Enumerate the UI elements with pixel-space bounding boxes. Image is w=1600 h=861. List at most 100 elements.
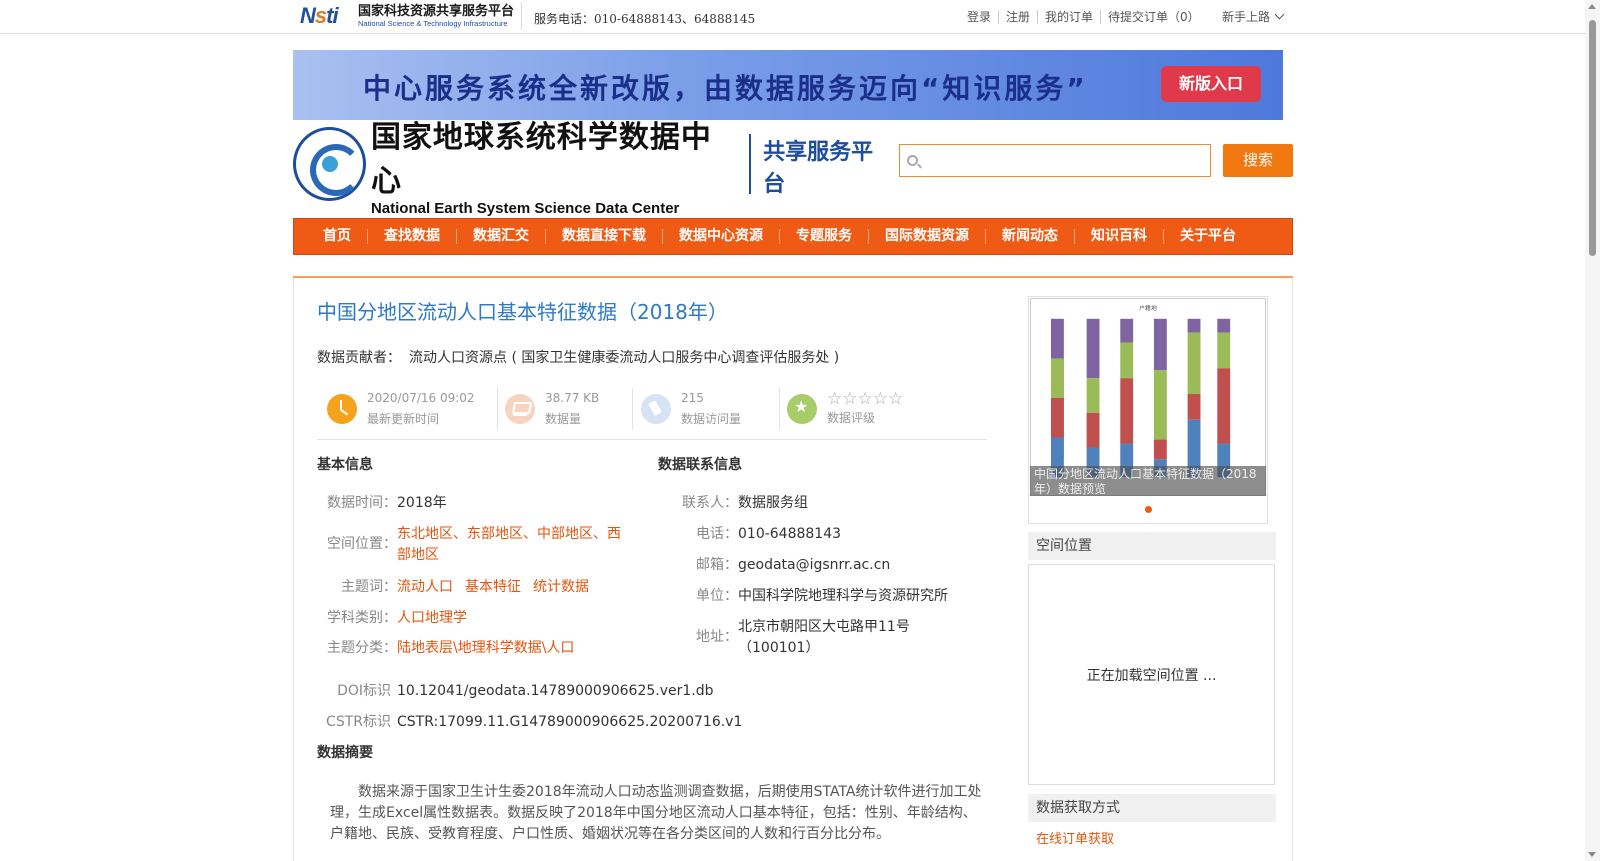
abstract-text: 数据来源于国家卫生计生委2018年流动人口动态监测调查数据，后期使用STATA统… (330, 784, 982, 842)
stat-visits: 215 数据访问量 (641, 386, 741, 432)
stacked-bars-icon (1050, 318, 1231, 478)
contact-address-value: 北京市朝阳区大屯路甲11号（100101） (738, 619, 910, 656)
updated-value: 2020/07/16 09:02 (367, 391, 475, 405)
visits-value: 215 (681, 391, 704, 405)
page-scrollbar[interactable] (1585, 0, 1600, 861)
nav-home[interactable]: 首页 (307, 229, 368, 244)
nav-center-resources[interactable]: 数据中心资源 (663, 229, 780, 244)
service-phone: 服务电话：010-64888143、64888145 (534, 12, 756, 26)
nav-international-resources[interactable]: 国际数据资源 (869, 229, 986, 244)
nsti-logo[interactable]: Nsti 国家科技资源共享服务平台 National Science & Tec… (300, 2, 522, 30)
stat-updated: 2020/07/16 09:02 最新更新时间 (327, 386, 475, 432)
register-link[interactable]: 注册 (999, 10, 1039, 24)
dataset-stats: 2020/07/16 09:02 最新更新时间 38.77 KB 数据量 215… (317, 386, 987, 440)
clock-icon (327, 394, 357, 424)
doi-label: DOI标识 (337, 683, 391, 699)
stat-size: 38.77 KB 数据量 (505, 386, 599, 432)
preview-carousel[interactable]: 户籍地 中国分地区流动人口基本特征数据（2018年）数据预览 (1028, 296, 1268, 524)
scroll-up-arrow-icon[interactable] (1588, 4, 1596, 9)
carousel-dot[interactable] (1145, 506, 1152, 513)
stat-divider (497, 388, 498, 430)
contact-email-label: 邮箱： (696, 557, 738, 573)
nav-news[interactable]: 新闻动态 (986, 229, 1075, 244)
site-logo[interactable]: 国家地球系统科学数据中心 National Earth System Scien… (293, 120, 893, 217)
contributor-value: 流动人口资源点 ( 国家卫生健康委流动人口服务中心调查评估服务处 ) (409, 350, 840, 366)
contact-phone-value: 010-64888143 (738, 526, 842, 542)
size-value: 38.77 KB (545, 391, 600, 405)
keyword-link[interactable]: 基本特征 (465, 579, 521, 595)
contact-address-row: 地址： 北京市朝阳区大屯路甲11号（100101） (658, 617, 988, 659)
layers-icon (505, 394, 535, 424)
spatial-location-label: 空间位置： (327, 536, 397, 552)
search-button[interactable]: 搜索 (1223, 144, 1293, 177)
spatial-location-row: 空间位置： 东北地区、东部地区、中部地区、西部地区 (317, 524, 647, 566)
nsti-logo-cn: 国家科技资源共享服务平台 (358, 3, 515, 19)
stat-rating: ☆☆☆☆☆ 数据评级 (787, 386, 903, 432)
main-nav: 首页 查找数据 数据汇交 数据直接下载 数据中心资源 专题服务 国际数据资源 新… (293, 218, 1293, 255)
discipline-value[interactable]: 人口地理学 (397, 608, 467, 629)
contact-address-label: 地址： (696, 629, 738, 645)
scroll-down-arrow-icon[interactable] (1588, 852, 1596, 857)
contact-email-value[interactable]: geodata@igsnrr.ac.cn (738, 555, 890, 576)
cstr-row: CSTR标识 CSTR:17099.11.G14789000906625.202… (317, 712, 742, 733)
new-version-button[interactable]: 新版入口 (1161, 66, 1261, 102)
visits-label: 数据访问量 (681, 412, 742, 426)
doi-row: DOI标识 10.12041/geodata.14789000906625.ve… (317, 681, 714, 702)
discipline-row: 学科类别： 人口地理学 (317, 608, 467, 629)
online-order-link[interactable]: 在线订单获取 (1036, 828, 1114, 847)
keyword-link[interactable]: 流动人口 (397, 579, 453, 595)
category-value[interactable]: 陆地表层\地理科学数据\人口 (397, 638, 574, 659)
newbie-dropdown[interactable]: 新手上路 (1222, 8, 1285, 25)
data-time-row: 数据时间： 2018年 (317, 493, 447, 514)
category-row: 主题分类： 陆地表层\地理科学数据\人口 (317, 638, 574, 659)
map-container[interactable]: 正在加载空间位置 ... (1028, 564, 1275, 785)
promo-banner[interactable]: 中心服务系统全新改版，由数据服务迈向“知识服务” 新版入口 (293, 50, 1283, 120)
contact-person-row: 联系人： 数据服务组 (658, 493, 808, 514)
search-icon (907, 155, 918, 166)
stat-divider (779, 388, 780, 430)
data-time-value: 2018年 (397, 495, 447, 511)
search-input[interactable] (924, 149, 1204, 173)
contributor-label: 数据贡献者： (317, 350, 401, 366)
data-access-heading: 数据获取方式 (1028, 794, 1276, 822)
nav-find-data[interactable]: 查找数据 (368, 229, 457, 244)
search-box (899, 144, 1211, 177)
updated-label: 最新更新时间 (367, 412, 440, 426)
contact-person-value: 数据服务组 (738, 495, 808, 511)
pointer-icon (641, 394, 671, 424)
data-time-label: 数据时间： (327, 495, 397, 511)
basic-info-heading: 基本信息 (317, 457, 373, 473)
space-location-heading: 空间位置 (1028, 532, 1276, 560)
spatial-location-value[interactable]: 东北地区、东部地区、中部地区、西部地区 (397, 524, 632, 566)
contact-unit-value: 中国科学院地理科学与资源研究所 (738, 588, 948, 604)
login-link[interactable]: 登录 (960, 10, 1000, 24)
keyword-link[interactable]: 统计数据 (533, 579, 589, 595)
scroll-thumb[interactable] (1589, 20, 1596, 256)
nav-direct-download[interactable]: 数据直接下载 (546, 229, 663, 244)
cstr-value[interactable]: CSTR:17099.11.G14789000906625.20200716.v… (397, 712, 742, 733)
nsti-logo-en: National Science & Technology Infrastruc… (358, 18, 508, 28)
contact-email-row: 邮箱： geodata@igsnrr.ac.cn (658, 555, 890, 576)
contact-unit-label: 单位： (696, 588, 738, 604)
top-bar: Nsti 国家科技资源共享服务平台 National Science & Tec… (0, 0, 1585, 34)
chevron-down-icon (1274, 9, 1285, 20)
keywords-row: 主题词： 流动人口 基本特征 统计数据 (317, 577, 589, 598)
nav-knowledge[interactable]: 知识百科 (1075, 229, 1164, 244)
nav-about[interactable]: 关于平台 (1164, 229, 1252, 244)
doi-value[interactable]: 10.12041/geodata.14789000906625.ver1.db (397, 681, 714, 702)
nsti-logo-mark: Nsti (300, 3, 339, 28)
stat-divider (632, 388, 633, 430)
rating-stars[interactable]: ☆☆☆☆☆ (827, 390, 903, 408)
category-label: 主题分类： (327, 640, 397, 656)
chart-title-icon: 户籍地 (1139, 304, 1157, 312)
preview-caption: 中国分地区流动人口基本特征数据（2018年）数据预览 (1030, 466, 1266, 496)
newbie-label: 新手上路 (1222, 10, 1271, 24)
my-orders-link[interactable]: 我的订单 (1038, 10, 1102, 24)
abstract-heading: 数据摘要 (317, 745, 373, 761)
star-icon (787, 394, 817, 424)
nav-data-submission[interactable]: 数据汇交 (457, 229, 546, 244)
contact-unit-row: 单位： 中国科学院地理科学与资源研究所 (658, 586, 948, 607)
contact-person-label: 联系人： (682, 495, 738, 511)
nav-special-services[interactable]: 专题服务 (780, 229, 869, 244)
pending-orders-link[interactable]: 待提交订单（0） (1101, 10, 1207, 24)
